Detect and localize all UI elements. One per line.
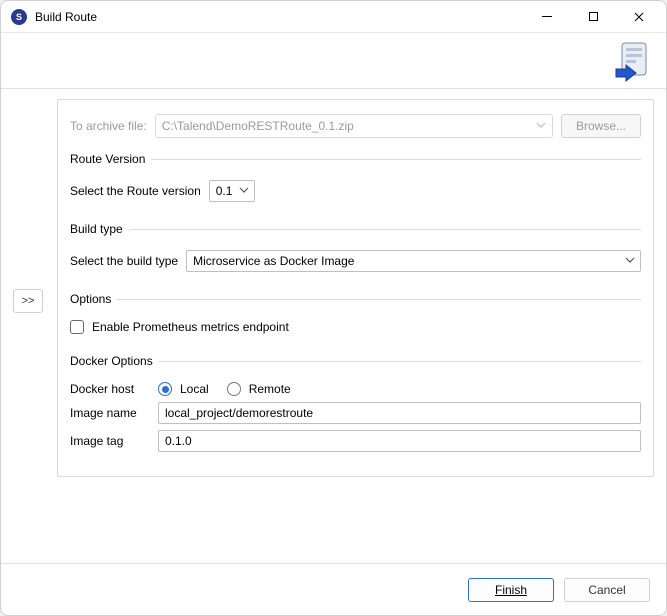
minimize-icon [542, 16, 552, 17]
dialog-body: >> To archive file: C:\Talend\DemoRESTRo… [1, 89, 666, 563]
export-wizard-icon [612, 39, 656, 83]
settings-panel: To archive file: C:\Talend\DemoRESTRoute… [57, 99, 654, 477]
banner [1, 33, 666, 89]
window-controls [524, 2, 662, 32]
dialog-footer: Finish Cancel [1, 563, 666, 615]
image-name-label: Image name [70, 406, 150, 420]
chevron-down-icon [239, 184, 249, 198]
cancel-button[interactable]: Cancel [564, 578, 650, 602]
build-type-legend: Build type [70, 222, 129, 236]
options-legend: Options [70, 292, 117, 306]
route-version-group: Route Version Select the Route version 0… [70, 152, 641, 208]
finish-label: Finish [495, 583, 527, 597]
maximize-button[interactable] [570, 2, 616, 32]
archive-path-value: C:\Talend\DemoRESTRoute_0.1.zip [162, 119, 354, 133]
options-group: Options Enable Prometheus metrics endpoi… [70, 292, 641, 340]
archive-label: To archive file: [70, 119, 147, 133]
titlebar: S Build Route [1, 1, 666, 33]
archive-path-field: C:\Talend\DemoRESTRoute_0.1.zip [155, 114, 553, 138]
build-type-label: Select the build type [70, 254, 178, 268]
prometheus-checkbox[interactable] [70, 320, 84, 334]
route-version-select[interactable]: 0.1 [209, 180, 255, 202]
image-name-value: local_project/demorestroute [165, 406, 313, 420]
image-tag-input[interactable]: 0.1.0 [158, 430, 641, 452]
docker-host-local-label: Local [180, 382, 209, 396]
close-icon [634, 12, 644, 22]
browse-button: Browse... [561, 114, 641, 138]
build-type-select[interactable]: Microservice as Docker Image [186, 250, 641, 272]
route-version-legend: Route Version [70, 152, 151, 166]
finish-button[interactable]: Finish [468, 578, 554, 602]
minimize-button[interactable] [524, 2, 570, 32]
build-type-group: Build type Select the build type Microse… [70, 222, 641, 278]
docker-host-local-radio[interactable] [158, 382, 172, 396]
build-type-value: Microservice as Docker Image [193, 254, 354, 268]
docker-host-remote-label: Remote [249, 382, 291, 396]
docker-host-remote-radio[interactable] [227, 382, 241, 396]
chevron-down-icon [625, 254, 635, 268]
close-button[interactable] [616, 2, 662, 32]
docker-host-label: Docker host [70, 382, 150, 396]
expand-button[interactable]: >> [13, 289, 43, 313]
maximize-icon [589, 12, 598, 21]
docker-options-legend: Docker Options [70, 354, 159, 368]
chevron-down-icon [536, 119, 546, 133]
dialog-window: S Build Route >> To archive fil [0, 0, 667, 616]
prometheus-label: Enable Prometheus metrics endpoint [92, 320, 289, 334]
window-title: Build Route [35, 10, 97, 24]
app-icon: S [11, 9, 27, 25]
image-tag-value: 0.1.0 [165, 434, 192, 448]
route-version-label: Select the Route version [70, 184, 201, 198]
image-name-input[interactable]: local_project/demorestroute [158, 402, 641, 424]
docker-options-group: Docker Options Docker host Local Remote … [70, 354, 641, 458]
route-version-value: 0.1 [216, 184, 233, 198]
image-tag-label: Image tag [70, 434, 150, 448]
